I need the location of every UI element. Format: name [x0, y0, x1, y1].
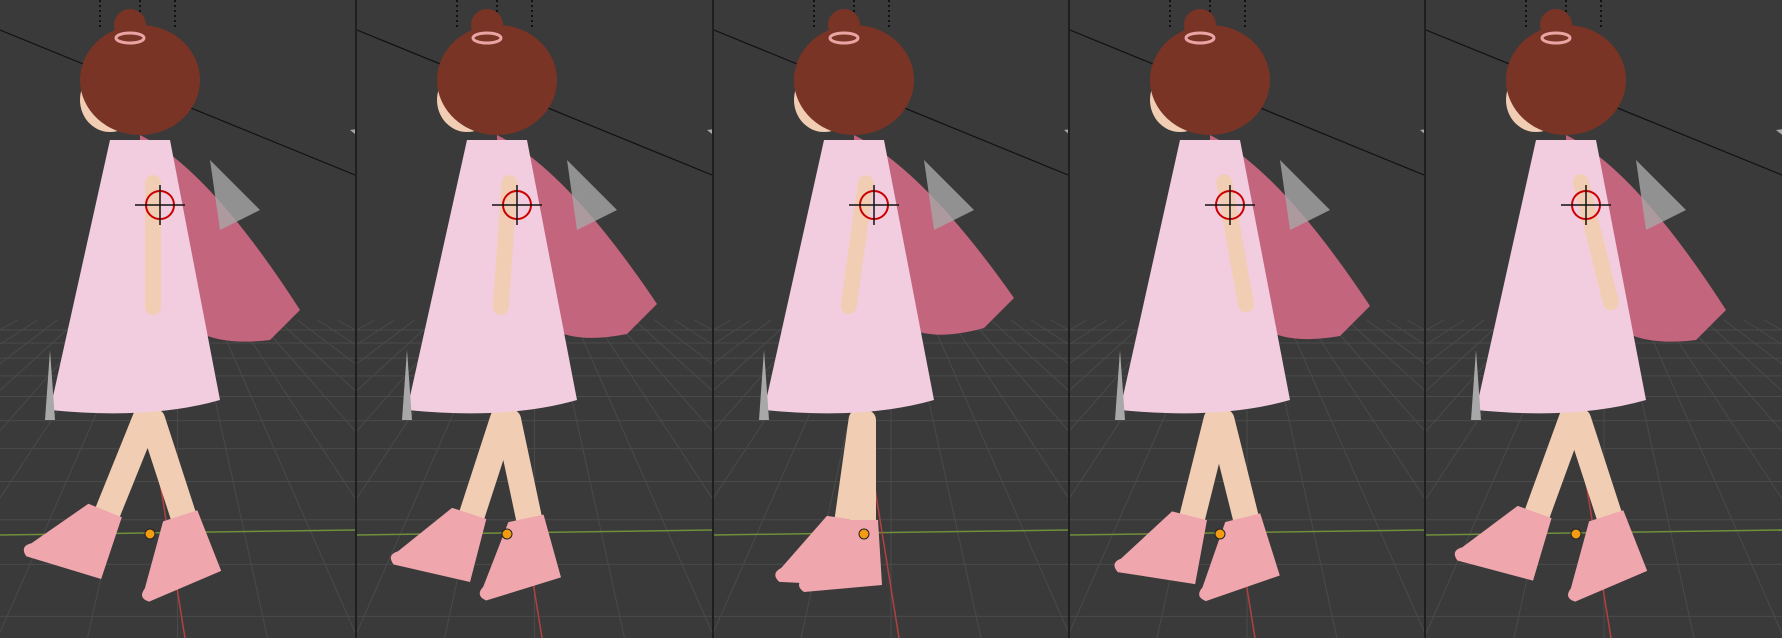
armature-bone [759, 350, 769, 420]
grid-line [1010, 319, 1068, 364]
grid-line [277, 319, 355, 392]
grid-line [1366, 319, 1424, 364]
animation-frames-strip [0, 0, 1782, 638]
armature-bone [1776, 129, 1782, 135]
boot [142, 510, 222, 602]
grid-line [257, 319, 355, 432]
grid-line [694, 319, 712, 331]
grid-line [1070, 319, 1088, 331]
leg-skin [495, 409, 542, 529]
grid-line [714, 319, 732, 331]
grid-line [714, 319, 772, 364]
viewport-canvas [0, 0, 355, 638]
viewport-canvas [1070, 0, 1424, 638]
grid-line [297, 319, 355, 365]
viewport-canvas [1426, 0, 1782, 638]
grid-line [654, 319, 712, 365]
grid-line [1050, 319, 1068, 331]
grid-line [0, 319, 18, 331]
viewport-frame-4[interactable] [1070, 0, 1424, 638]
viewport-frame-1[interactable] [0, 0, 355, 638]
grid-line [1763, 319, 1782, 331]
arm [145, 175, 161, 315]
viewport-canvas [714, 0, 1068, 638]
grid-line [634, 319, 712, 392]
armature-bone [1420, 129, 1424, 134]
viewport-frame-2[interactable] [357, 0, 712, 638]
grid-line [217, 319, 355, 634]
origin-point [1214, 528, 1226, 540]
leg-skin [1524, 408, 1585, 525]
grid-line [1426, 319, 1445, 331]
grid-line [1070, 319, 1128, 364]
leg-skin [850, 410, 876, 530]
grid-line [1703, 319, 1782, 392]
armature-bone [402, 350, 412, 420]
viewport-canvas [357, 0, 712, 638]
grid-line [970, 319, 1068, 431]
grid-line [574, 319, 712, 634]
origin-point [144, 528, 156, 540]
grid-line [1406, 319, 1424, 331]
grid-line [930, 319, 1068, 633]
armature-bone [1064, 129, 1068, 134]
origin-point [858, 528, 870, 540]
grid-line [1326, 319, 1424, 431]
grid-line [337, 319, 355, 331]
origin-point [1570, 528, 1582, 540]
grid-line [1286, 319, 1424, 633]
viewport-frame-5[interactable] [1426, 0, 1782, 638]
grid-line [1643, 319, 1782, 635]
armature-bone [45, 350, 55, 420]
grid-line [237, 319, 355, 499]
grid-line [614, 319, 712, 432]
grid-line [1683, 319, 1782, 433]
grid-line [357, 319, 375, 331]
armature-bone [1115, 350, 1125, 420]
armature-bone [350, 129, 355, 134]
grid-line [594, 319, 712, 499]
leg-skin [139, 408, 196, 526]
armature-bone [707, 129, 712, 134]
origin-point [501, 528, 513, 540]
boot [1568, 510, 1648, 602]
armature-bone [1471, 350, 1481, 420]
viewport-frame-3[interactable] [714, 0, 1068, 638]
grid-line [1723, 319, 1782, 365]
grid-line [1663, 319, 1782, 500]
